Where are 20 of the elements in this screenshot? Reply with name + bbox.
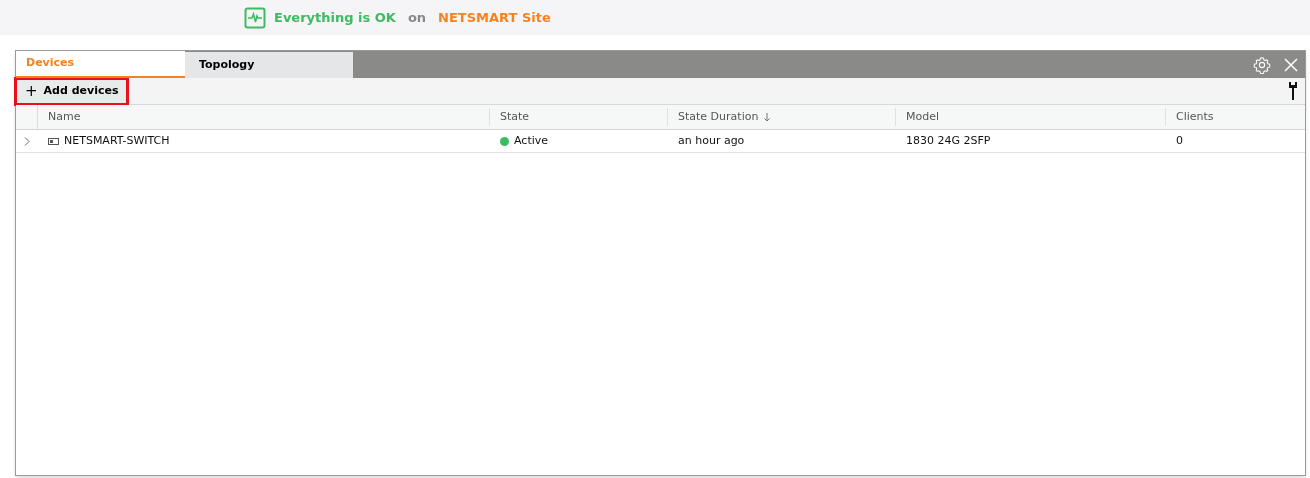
expand-chevron-icon[interactable] (24, 136, 30, 146)
add-devices-button[interactable]: + Add devices (17, 79, 127, 103)
column-header[interactable]: Clients (1176, 108, 1214, 126)
status-connector: on (407, 8, 427, 27)
table-cell-text: 0 (1176, 132, 1183, 149)
close-icon[interactable] (1283, 56, 1299, 73)
table-cell-text: NETSMART-SWITCH (64, 132, 170, 149)
settings-icon[interactable] (1253, 55, 1271, 74)
switch-icon (48, 137, 59, 145)
table-cell-text: an hour ago (678, 132, 745, 149)
tab[interactable]: Topology (185, 52, 353, 78)
table-cell-text: 1830 24G 2SFP (906, 132, 991, 149)
status-message: Everything is OK (274, 8, 396, 27)
wrench-icon[interactable] (1289, 82, 1297, 100)
column-header[interactable]: Model (906, 108, 940, 126)
column-header[interactable]: State Duration (678, 108, 759, 126)
column-header[interactable]: Name (48, 108, 81, 126)
column-header[interactable]: State (500, 108, 530, 126)
heartbeat-icon (244, 6, 266, 29)
table-cell-text: Active (514, 132, 549, 149)
